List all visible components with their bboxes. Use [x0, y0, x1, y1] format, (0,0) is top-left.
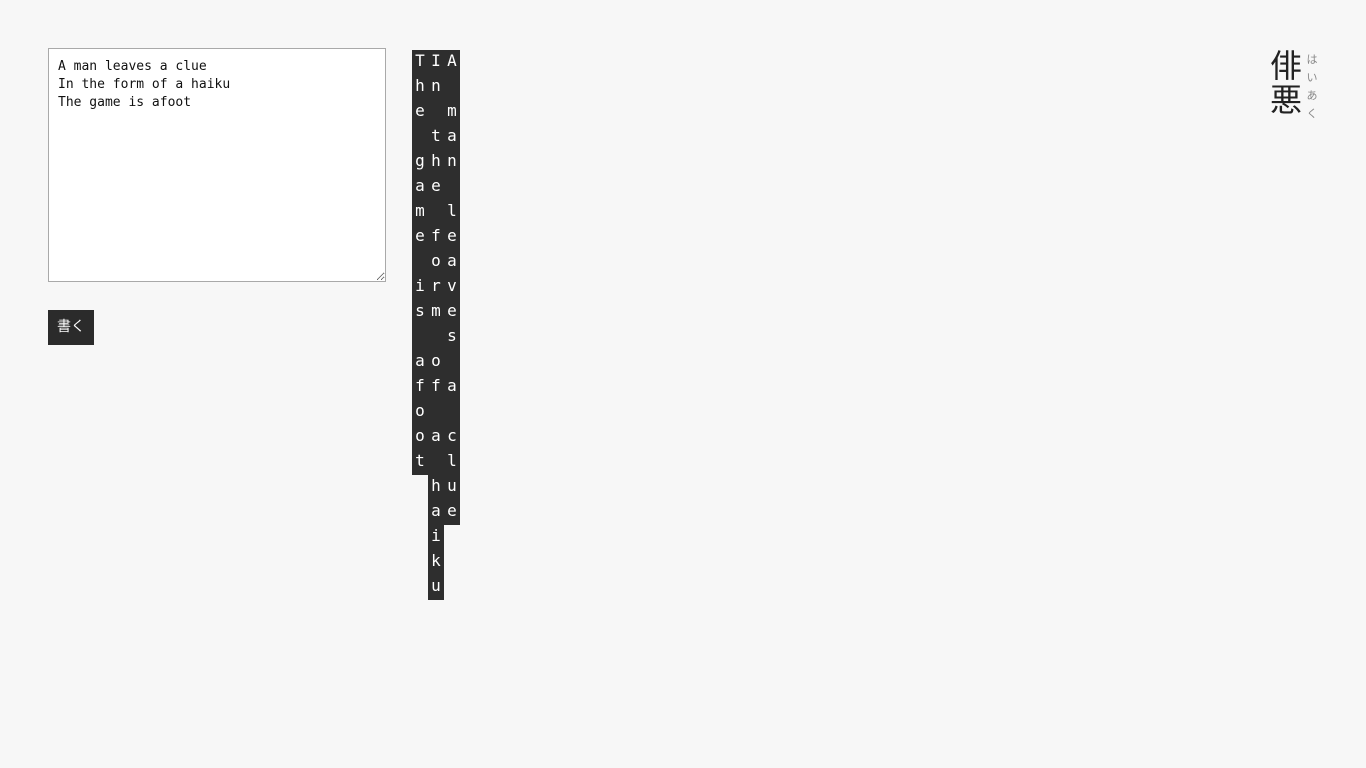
haiku-char: v — [447, 276, 457, 295]
haiku-char — [444, 175, 460, 200]
haiku-char: I — [431, 51, 441, 70]
haiku-char: m — [447, 101, 457, 120]
haiku-input[interactable]: A man leaves a clue In the form of a hai… — [48, 48, 386, 282]
haiku-char: o — [415, 426, 425, 445]
write-button[interactable]: 書く — [48, 310, 94, 345]
haiku-char — [428, 100, 444, 125]
logo-kanji: 俳 悪 — [1269, 49, 1303, 117]
logo-kana-char: あ — [1306, 89, 1318, 102]
haiku-char: o — [431, 351, 441, 370]
haiku-char: l — [447, 201, 457, 220]
haiku-char: A — [447, 51, 457, 70]
haiku-char: u — [431, 576, 441, 595]
logo-kanji-char: 俳 — [1269, 47, 1302, 85]
haiku-char: e — [447, 226, 457, 245]
haiku-char: t — [431, 126, 441, 145]
haiku-char: t — [415, 451, 425, 470]
haiku-char: h — [431, 151, 441, 170]
haiku-char: m — [431, 301, 441, 320]
logo-kana-char: い — [1306, 71, 1318, 84]
haiku-char — [444, 400, 460, 425]
haiku-char: e — [447, 301, 457, 320]
logo-furigana: は い あ く — [1306, 51, 1318, 123]
haiku-char: c — [447, 426, 457, 445]
haiku-char: a — [447, 126, 457, 145]
haiku-char: o — [431, 251, 441, 270]
haiku-char: k — [431, 551, 441, 570]
haiku-char: T — [415, 51, 425, 70]
haiku-char — [428, 400, 444, 425]
haiku-char: o — [415, 401, 425, 420]
haiku-column: The game is afoot — [412, 50, 428, 475]
haiku-char — [444, 350, 460, 375]
haiku-char: a — [447, 251, 457, 270]
haiku-char: f — [431, 376, 441, 395]
haiku-char: s — [447, 326, 457, 345]
logo: 俳 悪 は い あ く — [1269, 49, 1318, 123]
haiku-char: e — [447, 501, 457, 520]
haiku-char: e — [431, 176, 441, 195]
haiku-char: h — [415, 76, 425, 95]
haiku-char: e — [415, 226, 425, 245]
haiku-char — [428, 200, 444, 225]
haiku-char: f — [431, 226, 441, 245]
haiku-char: h — [431, 476, 441, 495]
haiku-char: a — [415, 176, 425, 195]
haiku-char — [428, 450, 444, 475]
haiku-char: a — [431, 501, 441, 520]
logo-kana-char: く — [1306, 107, 1318, 120]
haiku-char: e — [415, 101, 425, 120]
logo-kana-char: は — [1306, 53, 1318, 66]
haiku-char: n — [431, 76, 441, 95]
haiku-char — [412, 250, 428, 275]
haiku-char: s — [415, 301, 425, 320]
haiku-char: f — [415, 376, 425, 395]
haiku-char: m — [415, 201, 425, 220]
haiku-char — [412, 325, 428, 350]
haiku-char: g — [415, 151, 425, 170]
vertical-haiku-output: A man leaves a clueIn the form of a haik… — [412, 50, 460, 600]
haiku-char: a — [447, 376, 457, 395]
haiku-column: A man leaves a clue — [444, 50, 460, 525]
haiku-char: a — [431, 426, 441, 445]
logo-kanji-char: 悪 — [1269, 81, 1302, 119]
haiku-char: n — [447, 151, 457, 170]
haiku-char: i — [415, 276, 425, 295]
haiku-char — [412, 125, 428, 150]
haiku-char — [428, 325, 444, 350]
haiku-char: u — [447, 476, 457, 495]
haiku-column: In the form of a haiku — [428, 50, 444, 600]
haiku-char: a — [415, 351, 425, 370]
haiku-char: r — [431, 276, 441, 295]
haiku-char: l — [447, 451, 457, 470]
haiku-char — [444, 75, 460, 100]
haiku-char: i — [431, 526, 441, 545]
